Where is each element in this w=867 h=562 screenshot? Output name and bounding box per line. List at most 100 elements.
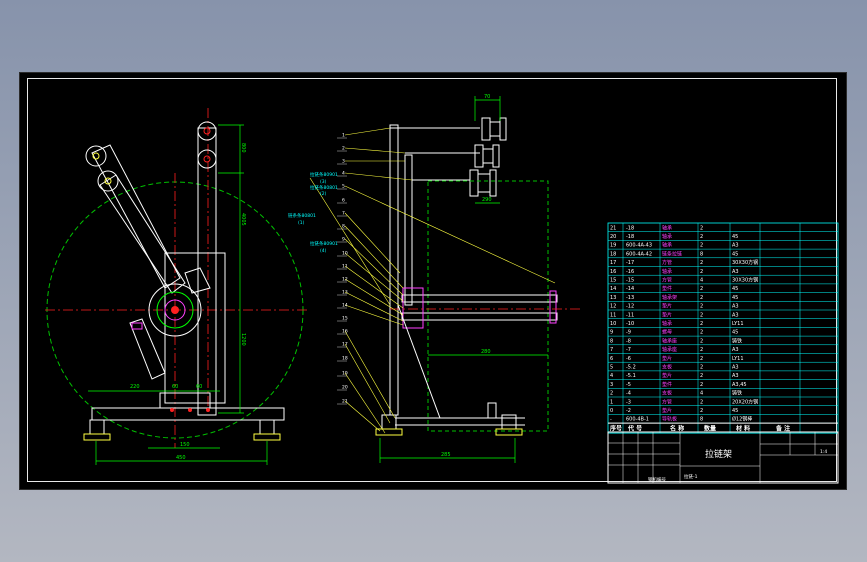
bom-cell: -14 <box>626 286 634 292</box>
bom-cell: 轴承 <box>662 320 672 327</box>
leader-number: 13 <box>342 290 348 296</box>
base-plate <box>159 392 211 409</box>
bom-cell: 4 <box>700 278 703 284</box>
bom-cell: 2 <box>700 312 703 318</box>
bom-cell: A3,45 <box>732 382 747 388</box>
dim-450: 450 <box>176 455 186 461</box>
bom-cell: 垫片 <box>662 303 672 310</box>
bom-cell: -13 <box>626 295 634 301</box>
bom-cell: 45 <box>732 251 738 257</box>
foot-left <box>83 419 111 441</box>
bom-cell: 8 <box>700 417 703 423</box>
side-view: 123456789101112131415161718192021 拉链条809… <box>288 94 580 463</box>
bom-cell: -11 <box>626 312 634 318</box>
bom-cell: 垫片 <box>662 355 672 362</box>
callout-2: 拉链条80801 <box>310 184 338 191</box>
bom-cell: 2 <box>610 391 613 397</box>
bom-cell: 45 <box>732 234 738 240</box>
callout-4: 拉链条80901 <box>310 240 338 247</box>
leader-number: 21 <box>342 399 348 405</box>
bom-cell: 方管 <box>662 259 672 266</box>
bom-cell: 轴承 <box>662 268 672 275</box>
dim-mid: 290 <box>482 197 492 203</box>
callout-4-sub: (4) <box>320 248 327 254</box>
drawing-canvas: 220 60 60 150 450 4005 1200 800 12345678… <box>45 94 839 484</box>
bom-cell: 链条拉链 <box>662 250 682 257</box>
bom-cell: -5.1 <box>626 373 636 379</box>
bom-cell: -15 <box>626 278 634 284</box>
bom-cell: -4 <box>626 391 631 397</box>
shaft-end <box>549 290 557 324</box>
leader-number: 5 <box>342 184 345 190</box>
bom-cell: -12 <box>626 304 634 310</box>
leader-number: 2 <box>342 146 345 152</box>
bom-cell: 垫片 <box>662 311 672 318</box>
bom-cell: 2 <box>700 321 703 327</box>
bearing-block <box>402 287 424 329</box>
bom-cell: - <box>610 417 612 423</box>
foot-right <box>253 419 281 441</box>
bom-cell: 13 <box>610 295 616 301</box>
bom-cell: 3 <box>610 382 613 388</box>
drawing-sheet: 220 60 60 150 450 4005 1200 800 1 2 3 4 … <box>20 73 846 489</box>
sheet-number: 拉链-1 <box>684 473 698 480</box>
bom-cell: A3 <box>732 347 739 353</box>
bom-cell: 支板 <box>662 390 672 397</box>
bom-cell: 2 <box>700 382 703 388</box>
bom-cell: 垫件 <box>662 381 672 388</box>
leader-number: 14 <box>342 303 348 309</box>
leader-number: 19 <box>342 371 348 377</box>
shaft-upper <box>401 294 558 303</box>
bom-cell: 600-4A-42 <box>626 251 652 257</box>
callout-1-sub: (3) <box>320 179 327 185</box>
top-pulley-hub <box>203 127 211 135</box>
bom-cell: 2 <box>700 408 703 414</box>
leader-number: 8 <box>342 224 345 230</box>
swing-arm <box>91 144 181 289</box>
bom-cell: 16 <box>610 269 616 275</box>
bom-cell: 2 <box>700 356 703 362</box>
leader-number: 11 <box>342 264 348 270</box>
leader-number: 17 <box>342 342 348 348</box>
bom-cell: 21 <box>610 225 616 231</box>
front-view: 220 60 60 150 450 4005 1200 800 <box>45 108 310 465</box>
leader-number: 16 <box>342 329 348 335</box>
bom-cell: 20 <box>610 234 616 240</box>
bom-cell: -8 <box>626 338 631 344</box>
bom-cell: 11 <box>610 312 616 318</box>
bom-cell: 2 <box>700 225 703 231</box>
bom-cell: 2 <box>700 260 703 266</box>
bom-header-cell: 名 称 <box>670 425 684 433</box>
dim-60a: 60 <box>172 384 178 390</box>
brace <box>397 304 441 419</box>
main-hub-center <box>171 306 179 314</box>
bom-cell: 18 <box>610 251 616 257</box>
leader-number: 18 <box>342 356 348 362</box>
bom-cell: 15 <box>610 278 616 284</box>
bom-cell: -9 <box>626 330 631 336</box>
bom-cell: 2 <box>700 243 703 249</box>
bom-cell: 45 <box>732 295 738 301</box>
bom-cell: Ø12钢棒 <box>732 416 752 423</box>
leader-number: 15 <box>342 316 348 322</box>
bolt-3 <box>206 408 210 412</box>
bom-cell: 2 <box>700 373 703 379</box>
bom-cell: -17 <box>626 260 634 266</box>
bom-cell: 螺母 <box>662 329 672 336</box>
bom-cell: 45 <box>732 286 738 292</box>
bom-cell: 20X20方钢 <box>732 398 758 405</box>
top-pulley <box>197 121 217 141</box>
bom-cell: -2 <box>626 408 631 414</box>
bom-cell: -3 <box>626 399 631 405</box>
rear-post <box>487 402 497 419</box>
scale-label: 1:4 <box>820 449 827 455</box>
bom-header-cell: 备 注 <box>775 425 790 433</box>
bom-cell: 0 <box>610 408 613 414</box>
bom-cell: -6 <box>626 356 631 362</box>
bom-cell: 30X30方钢 <box>732 277 758 284</box>
bom-cell: -18 <box>626 225 634 231</box>
bom-cell: A3 <box>732 312 739 318</box>
dim-long: 280 <box>481 349 491 355</box>
bom-cell: -7 <box>626 347 631 353</box>
arm-pulley-low <box>97 170 119 192</box>
